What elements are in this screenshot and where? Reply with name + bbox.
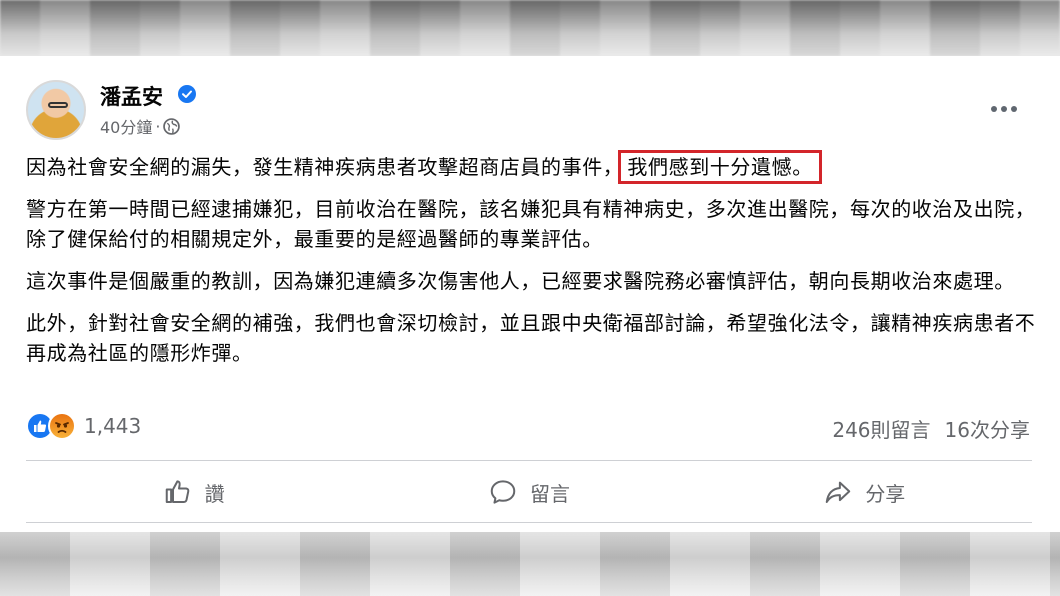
author-name[interactable]: 潘孟安 <box>100 81 163 111</box>
reaction-count: 1,443 <box>84 414 142 438</box>
engagement-stats: 246則留言 16次分享 <box>832 414 1030 443</box>
action-bar: 讚 留言 分享 <box>26 468 1032 516</box>
avatar[interactable] <box>26 80 86 140</box>
post-meta: 40分鐘 · <box>100 114 181 138</box>
comment-label: 留言 <box>529 481 570 506</box>
post-paragraph-2: 警方在第一時間已經逮捕嫌犯，目前收治在醫院，該名嫌犯具有精神病史，多次進出醫院，… <box>26 197 1036 251</box>
share-button[interactable]: 分享 <box>697 468 1032 516</box>
avatar-glasses <box>48 102 68 108</box>
comment-icon <box>490 480 516 504</box>
divider-bottom <box>26 522 1032 523</box>
post-paragraph-4: 此外，針對社會安全網的補強，我們也會深切檢討，並且跟中央衛福部討論，希望強化法令… <box>26 311 1036 365</box>
like-label: 讚 <box>204 481 225 506</box>
blurred-background-bottom <box>0 532 1060 596</box>
facebook-post-card: 潘孟安 40分鐘 · 因為社會安全網的漏失，發生精神疾病患者攻擊超商店員的事件，… <box>0 56 1060 532</box>
share-count[interactable]: 16次分享 <box>945 414 1030 443</box>
more-options-icon[interactable] <box>990 104 1018 114</box>
meta-separator: · <box>155 116 161 136</box>
divider-top <box>26 460 1032 461</box>
comment-count[interactable]: 246則留言 <box>832 414 930 443</box>
angry-icon <box>48 412 76 440</box>
blurred-background-top <box>0 0 1060 56</box>
post-time[interactable]: 40分鐘 <box>100 114 152 138</box>
thumbs-up-icon <box>165 480 189 503</box>
share-label: 分享 <box>865 481 906 506</box>
post-paragraph-1: 因為社會安全網的漏失，發生精神疾病患者攻擊超商店員的事件， 我們感到十分遺憾。 <box>26 150 1036 184</box>
share-arrow-icon <box>826 481 851 503</box>
reactions-summary[interactable]: 1,443 <box>26 412 141 440</box>
globe-icon[interactable] <box>163 117 181 135</box>
highlighted-phrase: 我們感到十分遺憾。 <box>618 150 822 184</box>
verified-badge-icon <box>178 85 196 103</box>
like-button[interactable]: 讚 <box>26 468 361 516</box>
post-paragraph-3: 這次事件是個嚴重的教訓，因為嫌犯連續多次傷害他人，已經要求醫院務必審慎評估，朝向… <box>26 269 1015 293</box>
comment-button[interactable]: 留言 <box>361 468 696 516</box>
post-body: 因為社會安全網的漏失，發生精神疾病患者攻擊超商店員的事件， 我們感到十分遺憾。 警… <box>26 150 1036 380</box>
